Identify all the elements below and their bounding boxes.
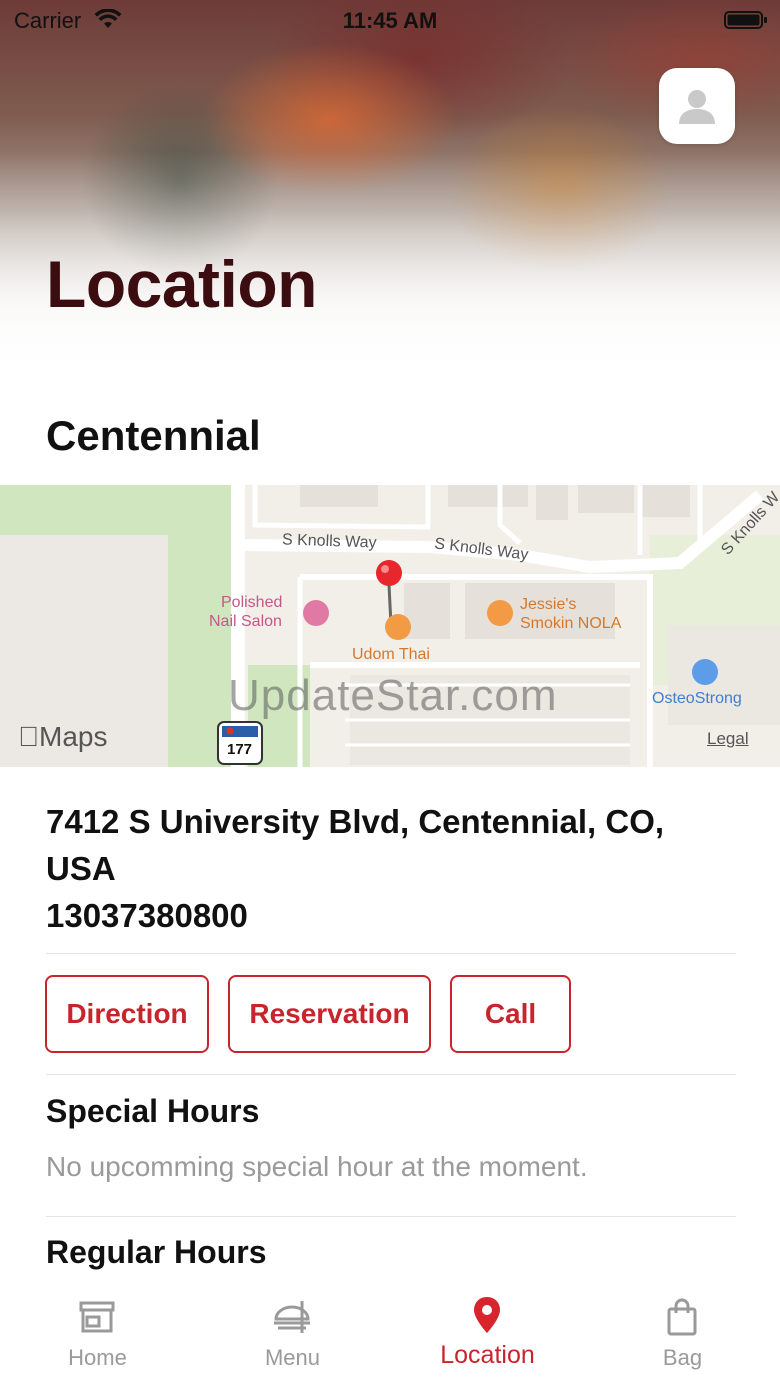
food-tray-icon (274, 1301, 310, 1333)
map-pin-icon (474, 1297, 500, 1333)
clock-label: 11:45 AM (342, 8, 438, 33)
reservation-button[interactable]: Reservation (228, 975, 431, 1053)
phone-number: 13037380800 (46, 897, 248, 934)
poi-gym-label: OsteoStrong (652, 690, 742, 707)
tab-bag[interactable]: Bag (585, 1285, 780, 1387)
address-line: 7412 S University Blvd, Centennial, CO, (46, 803, 665, 840)
poi-bbq-label: Jessie's (520, 596, 577, 613)
poi-salon-label: Polished (221, 594, 283, 611)
regular-hours-title: Regular Hours (46, 1234, 267, 1270)
special-hours-title: Special Hours (46, 1093, 260, 1129)
direction-button[interactable]: Direction (45, 975, 209, 1053)
tab-location[interactable]: Location (390, 1285, 585, 1387)
user-avatar-icon (679, 90, 715, 124)
poi-salon-label: Nail Salon (209, 613, 282, 630)
status-bar: Carrier 11:45 AM (0, 0, 780, 40)
store-icon (79, 1301, 115, 1333)
map-canvas (0, 485, 780, 767)
call-button[interactable]: Call (450, 975, 571, 1053)
divider (46, 953, 736, 954)
account-button[interactable] (659, 68, 735, 144)
page-title: Location (46, 247, 318, 321)
divider (46, 1074, 736, 1075)
tab-bar: Home Menu Location Bag (0, 1285, 780, 1387)
store-map[interactable]: S Knolls Way S Knolls Way S Knolls W Pol… (0, 485, 780, 767)
poi-restaurant-label: Udom Thai (352, 646, 430, 663)
watermark: UpdateStar.com (228, 671, 558, 720)
map-legal-link[interactable]: Legal (707, 729, 749, 749)
street-label: S Knolls Way (281, 531, 377, 552)
tab-menu-label: Menu (264, 1345, 321, 1370)
tab-home-label: Home (68, 1345, 127, 1370)
route-shield-label: 177 (227, 741, 253, 758)
maps-attribution: Maps (18, 721, 107, 753)
divider (46, 1216, 736, 1217)
tab-home[interactable]: Home (0, 1285, 195, 1387)
hero-background (0, 0, 780, 380)
tab-bag-label: Bag (662, 1345, 703, 1370)
address-line: USA (46, 850, 116, 887)
tab-menu[interactable]: Menu (195, 1285, 390, 1387)
special-hours-note: No upcomming special hour at the moment. (46, 1151, 588, 1182)
tab-location-label: Location (440, 1341, 535, 1369)
battery-icon (724, 11, 767, 29)
poi-bbq-label: Smokin NOLA (520, 615, 622, 632)
store-name: Centennial (46, 412, 261, 459)
shopping-bag-icon (667, 1298, 697, 1336)
maps-attribution-text: Maps (18, 721, 107, 752)
store-address-block: 7412 S University Blvd, Centennial, CO, … (46, 798, 736, 939)
